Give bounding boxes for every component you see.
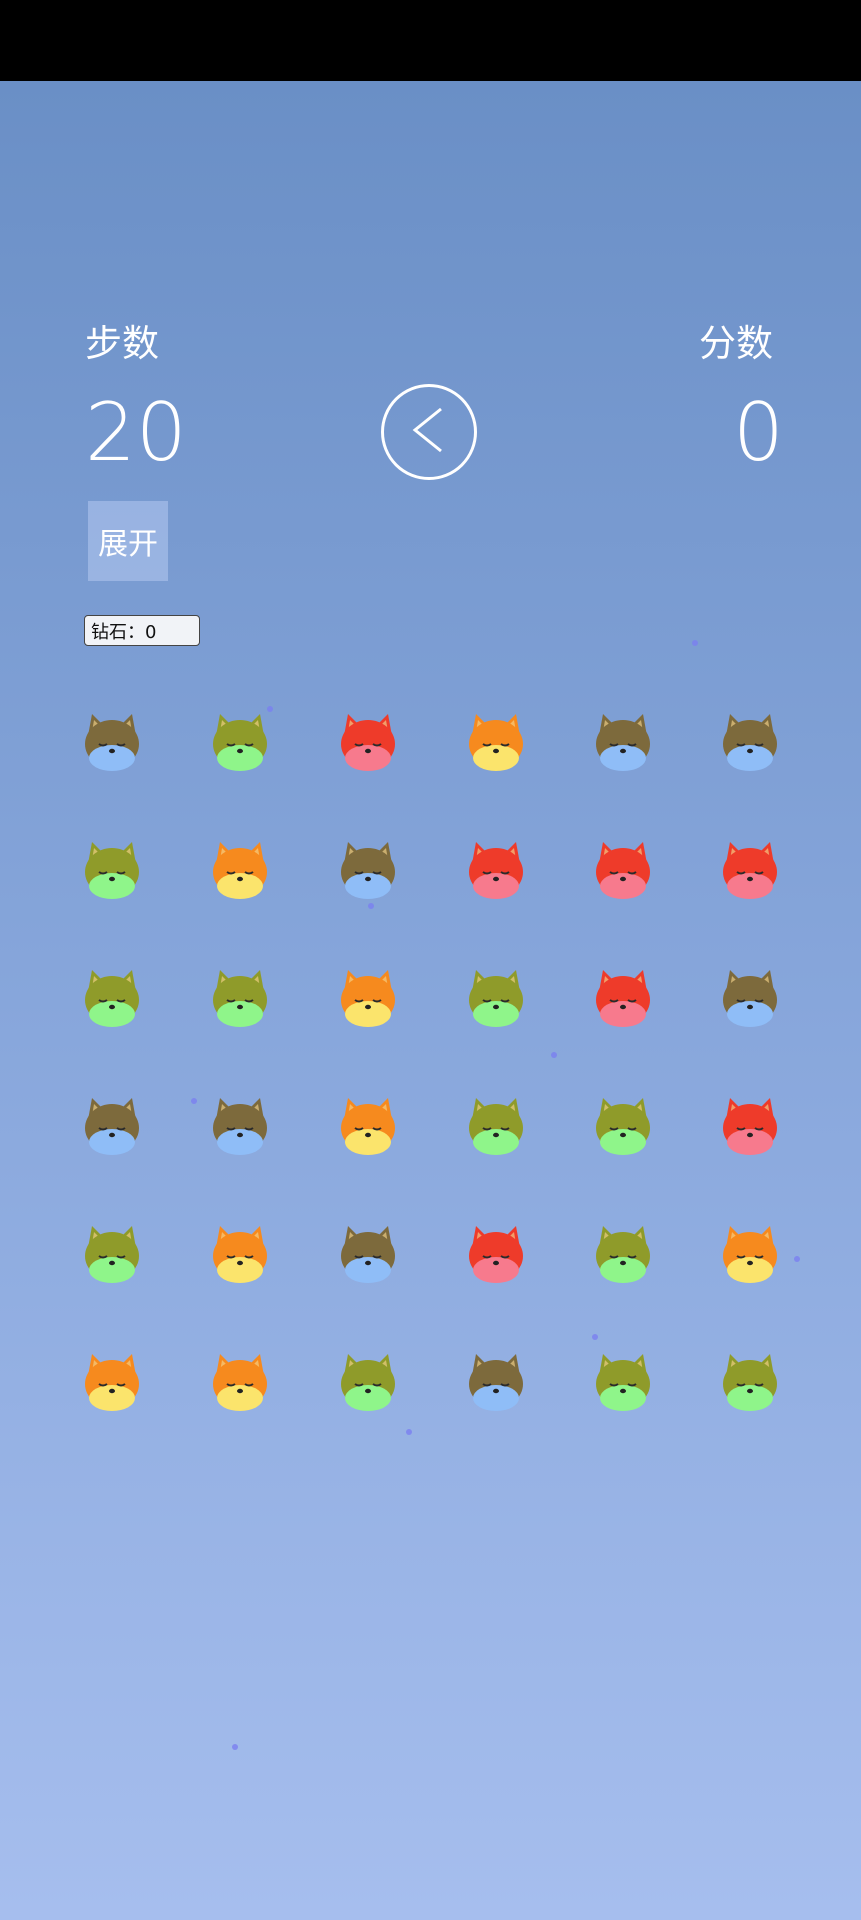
dog-face-icon bbox=[591, 1350, 655, 1414]
particle bbox=[592, 1334, 598, 1340]
dog-tile-brown[interactable] bbox=[336, 838, 400, 902]
dog-tile-olive[interactable] bbox=[208, 710, 272, 774]
steps-value: 20 bbox=[85, 386, 187, 479]
dog-tile-orange[interactable] bbox=[336, 966, 400, 1030]
particle bbox=[406, 1429, 412, 1435]
dog-tile-red[interactable] bbox=[718, 838, 782, 902]
dog-face-icon bbox=[80, 1350, 144, 1414]
dog-face-icon bbox=[591, 1222, 655, 1286]
dog-face-icon bbox=[336, 838, 400, 902]
dog-tile-orange[interactable] bbox=[208, 838, 272, 902]
dog-face-icon bbox=[718, 1350, 782, 1414]
dog-face-icon bbox=[718, 1222, 782, 1286]
dog-tile-red[interactable] bbox=[464, 1222, 528, 1286]
dog-face-icon bbox=[464, 710, 528, 774]
dog-face-icon bbox=[591, 838, 655, 902]
dog-face-icon bbox=[718, 838, 782, 902]
dog-face-icon bbox=[336, 1350, 400, 1414]
dog-face-icon bbox=[80, 1222, 144, 1286]
dog-face-icon bbox=[336, 1094, 400, 1158]
dog-tile-olive[interactable] bbox=[208, 966, 272, 1030]
dog-tile-olive[interactable] bbox=[591, 1094, 655, 1158]
dog-tile-olive[interactable] bbox=[80, 966, 144, 1030]
dog-tile-red[interactable] bbox=[336, 710, 400, 774]
particle bbox=[191, 1098, 197, 1104]
particle bbox=[368, 903, 374, 909]
dog-tile-red[interactable] bbox=[591, 838, 655, 902]
dog-face-icon bbox=[718, 1094, 782, 1158]
dog-face-icon bbox=[208, 1222, 272, 1286]
dog-face-icon bbox=[464, 838, 528, 902]
dog-tile-brown[interactable] bbox=[591, 710, 655, 774]
dog-face-icon bbox=[718, 710, 782, 774]
dog-tile-orange[interactable] bbox=[80, 1350, 144, 1414]
dog-face-icon bbox=[80, 710, 144, 774]
dog-face-icon bbox=[80, 966, 144, 1030]
dog-tile-brown[interactable] bbox=[464, 1350, 528, 1414]
dog-face-icon bbox=[464, 1222, 528, 1286]
diamond-counter: 钻石：0 bbox=[84, 615, 200, 646]
particle bbox=[551, 1052, 557, 1058]
dog-tile-olive[interactable] bbox=[464, 966, 528, 1030]
dog-tile-brown[interactable] bbox=[80, 710, 144, 774]
chevron-left-icon bbox=[407, 405, 451, 459]
dog-face-icon bbox=[591, 710, 655, 774]
dog-face-icon bbox=[208, 1094, 272, 1158]
particle bbox=[692, 640, 698, 646]
dog-tile-brown[interactable] bbox=[718, 966, 782, 1030]
dog-tile-olive[interactable] bbox=[464, 1094, 528, 1158]
dog-tile-red[interactable] bbox=[464, 838, 528, 902]
status-bar bbox=[0, 0, 861, 81]
dog-face-icon bbox=[208, 838, 272, 902]
dog-tile-brown[interactable] bbox=[80, 1094, 144, 1158]
dog-tile-orange[interactable] bbox=[718, 1222, 782, 1286]
dog-face-icon bbox=[80, 1094, 144, 1158]
dog-tile-orange[interactable] bbox=[208, 1222, 272, 1286]
dog-tile-orange[interactable] bbox=[208, 1350, 272, 1414]
dog-face-icon bbox=[591, 1094, 655, 1158]
dog-face-icon bbox=[464, 1350, 528, 1414]
dog-tile-brown[interactable] bbox=[718, 710, 782, 774]
dog-face-icon bbox=[718, 966, 782, 1030]
dog-tile-brown[interactable] bbox=[208, 1094, 272, 1158]
dog-face-icon bbox=[208, 710, 272, 774]
dog-tile-olive[interactable] bbox=[336, 1350, 400, 1414]
dog-tile-red[interactable] bbox=[718, 1094, 782, 1158]
particle bbox=[232, 1744, 238, 1750]
dog-face-icon bbox=[336, 1222, 400, 1286]
dog-tile-red[interactable] bbox=[591, 966, 655, 1030]
dog-tile-orange[interactable] bbox=[336, 1094, 400, 1158]
dog-tile-olive[interactable] bbox=[80, 1222, 144, 1286]
steps-label: 步数 bbox=[85, 322, 159, 365]
particle bbox=[794, 1256, 800, 1262]
dog-face-icon bbox=[80, 838, 144, 902]
expand-button[interactable]: 展开 bbox=[88, 501, 168, 581]
dog-tile-olive[interactable] bbox=[591, 1350, 655, 1414]
dog-tile-brown[interactable] bbox=[336, 1222, 400, 1286]
dog-face-icon bbox=[591, 966, 655, 1030]
dog-face-icon bbox=[208, 966, 272, 1030]
particle bbox=[267, 706, 273, 712]
back-button[interactable] bbox=[381, 384, 477, 480]
dog-tile-orange[interactable] bbox=[464, 710, 528, 774]
dog-tile-olive[interactable] bbox=[591, 1222, 655, 1286]
dog-tile-olive[interactable] bbox=[718, 1350, 782, 1414]
score-label: 分数 bbox=[699, 322, 773, 365]
dog-tile-olive[interactable] bbox=[80, 838, 144, 902]
dog-face-icon bbox=[208, 1350, 272, 1414]
dog-face-icon bbox=[464, 1094, 528, 1158]
dog-face-icon bbox=[464, 966, 528, 1030]
score-value: 0 bbox=[733, 386, 784, 479]
dog-face-icon bbox=[336, 966, 400, 1030]
dog-face-icon bbox=[336, 710, 400, 774]
